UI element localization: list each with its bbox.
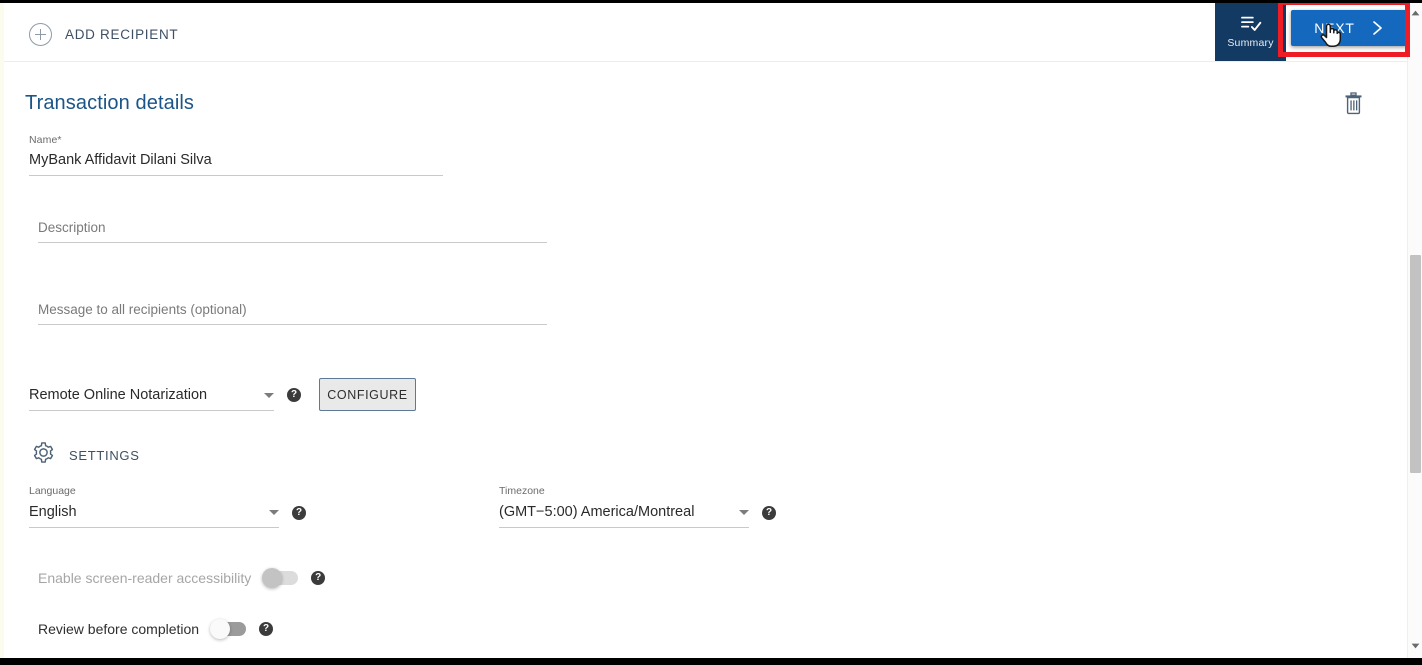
timezone-label: Timezone xyxy=(499,485,545,497)
notarization-help-icon[interactable]: ? xyxy=(287,388,301,402)
review-before-completion-help-icon[interactable]: ? xyxy=(259,622,274,636)
chevron-down-icon xyxy=(739,509,749,515)
scroll-up-arrow-icon[interactable] xyxy=(1408,5,1422,21)
list-check-icon xyxy=(1240,15,1262,33)
name-label-text: Name xyxy=(29,134,58,146)
language-select[interactable]: English xyxy=(29,504,279,528)
next-button-label: NEXT xyxy=(1314,20,1355,36)
timezone-help-icon[interactable]: ? xyxy=(762,505,776,520)
notarization-row: Remote Online Notarization ? CONFIGURE xyxy=(29,378,416,411)
app-window: ADD RECIPIENT Summary NEXT Transaction d… xyxy=(0,0,1422,665)
required-marker: * xyxy=(57,134,62,146)
window-top-edge xyxy=(0,0,1422,3)
description-input[interactable]: Description xyxy=(38,220,547,243)
message-input[interactable]: Message to all recipients (optional) xyxy=(38,302,547,325)
language-help-icon[interactable]: ? xyxy=(292,505,306,520)
delete-transaction-button[interactable] xyxy=(1340,92,1366,120)
chevron-down-icon xyxy=(269,509,279,515)
screen-reader-toggle-label: Enable screen-reader accessibility xyxy=(38,570,252,586)
review-before-completion-label: Review before completion xyxy=(38,621,200,637)
plus-circle-icon xyxy=(29,23,52,46)
add-recipient-label: ADD RECIPIENT xyxy=(65,27,179,42)
message-field[interactable]: Message to all recipients (optional) xyxy=(38,302,547,325)
timezone-field-group: Timezone (GMT−5:00) America/Montreal ? xyxy=(499,485,776,528)
next-button[interactable]: NEXT xyxy=(1291,10,1407,46)
summary-label: Summary xyxy=(1227,37,1274,49)
language-value: English xyxy=(29,504,77,520)
page-title: Transaction details xyxy=(25,92,195,114)
review-before-completion-toggle-row: Review before completion ? xyxy=(38,619,274,639)
scroll-down-arrow-icon[interactable] xyxy=(1408,638,1422,654)
name-field[interactable]: Name* MyBank Affidavit Dilani Silva xyxy=(29,134,443,176)
gear-icon xyxy=(32,441,55,469)
configure-button[interactable]: CONFIGURE xyxy=(319,378,416,411)
screen-reader-help-icon[interactable]: ? xyxy=(311,571,326,585)
toggle-knob xyxy=(210,619,231,639)
name-field-label: Name* xyxy=(29,134,443,146)
language-label: Language xyxy=(29,485,76,497)
summary-button[interactable]: Summary xyxy=(1215,3,1286,61)
trash-icon xyxy=(1343,92,1364,120)
description-field[interactable]: Description xyxy=(38,220,547,243)
review-before-completion-toggle[interactable] xyxy=(210,619,247,639)
scrollbar-thumb[interactable] xyxy=(1410,255,1421,473)
chevron-down-icon xyxy=(264,392,274,398)
notarization-type-value: Remote Online Notarization xyxy=(29,387,208,403)
transaction-details-panel: Transaction details Name* MyBank Affidav… xyxy=(4,62,1408,658)
settings-label: SETTINGS xyxy=(69,447,140,463)
settings-section-header[interactable]: SETTINGS xyxy=(32,441,140,469)
vertical-scrollbar[interactable] xyxy=(1407,3,1422,658)
window-bottom-edge xyxy=(0,658,1422,665)
language-field-group: Language English ? xyxy=(29,485,306,528)
notarization-type-select[interactable]: Remote Online Notarization xyxy=(29,387,274,411)
window-left-edge xyxy=(0,3,4,658)
name-input[interactable]: MyBank Affidavit Dilani Silva xyxy=(29,152,443,176)
timezone-select[interactable]: (GMT−5:00) America/Montreal xyxy=(499,504,749,528)
add-recipient-button[interactable]: ADD RECIPIENT xyxy=(29,23,178,46)
screen-reader-toggle-row: Enable screen-reader accessibility ? xyxy=(38,568,326,588)
screen-reader-toggle[interactable] xyxy=(262,568,299,588)
top-toolbar: ADD RECIPIENT Summary NEXT xyxy=(4,3,1408,62)
timezone-value: (GMT−5:00) America/Montreal xyxy=(499,504,695,520)
toggle-knob xyxy=(262,568,283,588)
chevron-right-icon xyxy=(1371,20,1384,36)
